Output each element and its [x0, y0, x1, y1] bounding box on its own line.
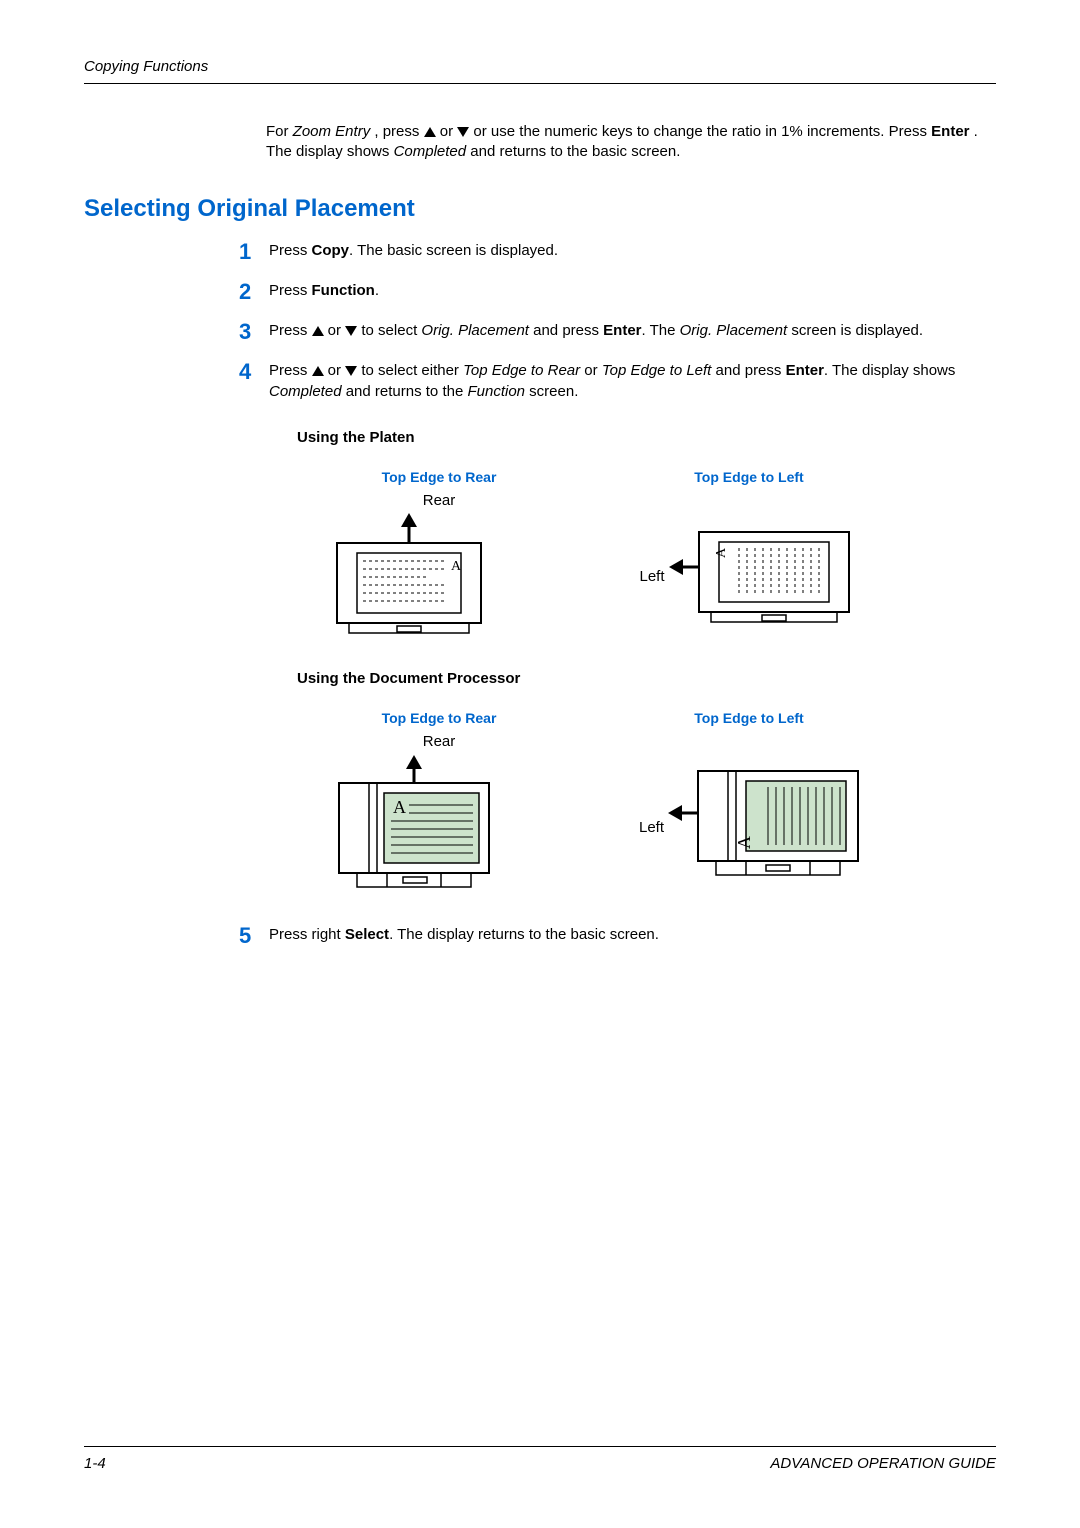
down-triangle-icon — [345, 326, 357, 336]
t: or — [580, 362, 602, 379]
step-2: 2 Press Function. — [239, 281, 996, 301]
copy-key-label: Copy — [312, 242, 350, 259]
t: Press — [269, 362, 312, 379]
svg-text:A: A — [714, 547, 729, 558]
page-number: 1-4 — [84, 1455, 106, 1472]
platen-diagrams: Top Edge to Rear Rear A — [329, 468, 996, 643]
t: For — [266, 123, 293, 140]
docproc-rear-col: Top Edge to Rear Rear A — [329, 709, 549, 904]
platen-rear-icon: A — [329, 513, 489, 643]
left-label: Left — [639, 567, 664, 587]
step-5: 5 Press right Select. The display return… — [239, 925, 996, 945]
t: or — [324, 322, 346, 339]
rear-label: Rear — [329, 491, 549, 511]
step-4: 4 Press or to select either Top Edge to … — [239, 361, 996, 904]
enter-key-label: Enter — [786, 362, 824, 379]
platen-left-col: Top Edge to Left Left — [639, 468, 859, 643]
t: screen is displayed. — [787, 322, 923, 339]
t: . The basic screen is displayed. — [349, 242, 558, 259]
top-edge-rear-label: Top Edge to Rear — [463, 362, 580, 379]
section-heading: Selecting Original Placement — [84, 195, 996, 223]
docproc-diagrams: Top Edge to Rear Rear A — [329, 709, 996, 904]
t: and returns to the basic screen. — [470, 143, 680, 160]
docproc-left-col: Top Edge to Left Left A — [639, 709, 859, 904]
guide-title: ADVANCED OPERATION GUIDE — [770, 1455, 996, 1472]
diagram-title: Top Edge to Rear — [329, 709, 549, 728]
t: . — [375, 282, 379, 299]
up-triangle-icon — [312, 326, 324, 336]
zoom-entry-label: Zoom Entry — [293, 123, 371, 140]
t: . The display shows — [824, 362, 955, 379]
t: and returns to the — [342, 383, 468, 400]
t: . The — [642, 322, 680, 339]
t: Press — [269, 322, 312, 339]
left-label: Left — [639, 818, 664, 838]
docproc-left-icon: A — [668, 753, 859, 903]
t: . The display returns to the basic scree… — [389, 926, 659, 943]
using-platen-head: Using the Platen — [297, 428, 996, 448]
page-header: Copying Functions — [84, 58, 996, 84]
t: Press — [269, 282, 312, 299]
platen-left-icon: A — [669, 512, 859, 642]
enter-key-label: Enter — [931, 123, 969, 140]
step-number: 5 — [239, 921, 251, 951]
top-edge-left-label: Top Edge to Left — [602, 362, 712, 379]
docproc-rear-icon: A — [329, 755, 499, 905]
up-triangle-icon — [424, 127, 436, 137]
rear-label: Rear — [329, 732, 549, 752]
step-number: 2 — [239, 277, 251, 307]
step-number: 1 — [239, 237, 251, 267]
using-docproc-head: Using the Document Processor — [297, 669, 996, 689]
t: Press right — [269, 926, 345, 943]
header-title: Copying Functions — [84, 58, 208, 75]
enter-key-label: Enter — [603, 322, 641, 339]
completed-label: Completed — [269, 383, 342, 400]
step-number: 4 — [239, 357, 251, 387]
t: and press — [711, 362, 785, 379]
diagram-title: Top Edge to Left — [639, 709, 859, 728]
completed-label: Completed — [394, 143, 467, 160]
t: or — [440, 123, 458, 140]
t: or use the numeric keys to change the ra… — [473, 123, 931, 140]
diagram-title: Top Edge to Rear — [329, 468, 549, 487]
svg-text:A: A — [451, 559, 462, 574]
step-1: 1 Press Copy. The basic screen is displa… — [239, 241, 996, 261]
step-3: 3 Press or to select Orig. Placement and… — [239, 321, 996, 341]
up-triangle-icon — [312, 366, 324, 376]
steps-list: 1 Press Copy. The basic screen is displa… — [239, 241, 996, 945]
t: , press — [374, 123, 423, 140]
t: screen. — [525, 383, 578, 400]
function-label: Function — [467, 383, 525, 400]
t: and press — [529, 322, 603, 339]
t: to select either — [357, 362, 463, 379]
function-key-label: Function — [312, 282, 375, 299]
step-number: 3 — [239, 317, 251, 347]
t: or — [324, 362, 346, 379]
diagram-title: Top Edge to Left — [639, 468, 859, 487]
t: Press — [269, 242, 312, 259]
orig-placement-label: Orig. Placement — [421, 322, 529, 339]
page-footer: 1-4 ADVANCED OPERATION GUIDE — [84, 1446, 996, 1472]
select-key-label: Select — [345, 926, 389, 943]
platen-rear-col: Top Edge to Rear Rear A — [329, 468, 549, 643]
intro-paragraph: For Zoom Entry , press or or use the num… — [266, 122, 996, 163]
svg-text:A: A — [393, 797, 406, 817]
down-triangle-icon — [457, 127, 469, 137]
svg-text:A: A — [734, 836, 754, 849]
down-triangle-icon — [345, 366, 357, 376]
orig-placement-label: Orig. Placement — [680, 322, 788, 339]
t: to select — [357, 322, 421, 339]
